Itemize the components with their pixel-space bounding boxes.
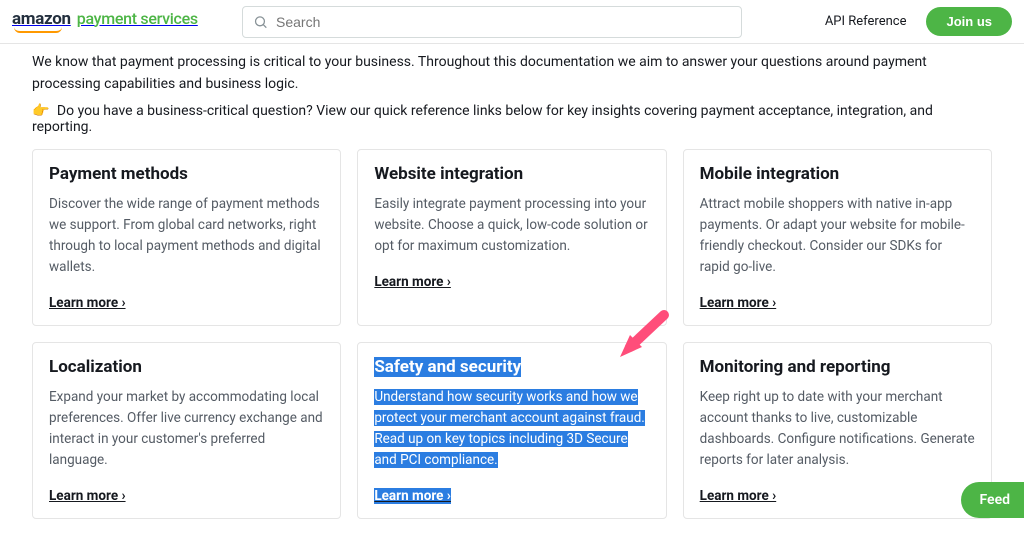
cards-grid: Payment methods Discover the wide range … <box>32 149 992 518</box>
main-content: We know that payment processing is criti… <box>0 44 1024 519</box>
search-icon <box>253 14 268 30</box>
card-mobile-integration[interactable]: Mobile integration Attract mobile shoppe… <box>683 149 992 326</box>
card-title: Mobile integration <box>700 164 975 184</box>
card-title: Localization <box>49 357 324 377</box>
card-website-integration[interactable]: Website integration Easily integrate pay… <box>357 149 666 326</box>
search-box[interactable] <box>242 6 742 38</box>
logo-amazon-text: amazon <box>12 9 71 29</box>
card-payment-methods[interactable]: Payment methods Discover the wide range … <box>32 149 341 326</box>
card-desc: Understand how security works and how we… <box>374 387 649 471</box>
pointing-hand-icon: 👉 <box>32 103 49 119</box>
learn-more-link[interactable]: Learn more › <box>700 295 777 311</box>
callout-body: Do you have a business-critical question… <box>32 103 933 135</box>
card-monitoring-reporting[interactable]: Monitoring and reporting Keep right up t… <box>683 342 992 519</box>
card-desc: Expand your market by accommodating loca… <box>49 387 324 471</box>
callout-text: 👉 Do you have a business-critical questi… <box>32 103 992 135</box>
brand-logo[interactable]: amazon payment services <box>12 9 198 35</box>
api-reference-link[interactable]: API Reference <box>825 14 907 29</box>
feedback-tab[interactable]: Feed <box>961 482 1024 518</box>
logo-service-text: payment services <box>77 9 198 28</box>
learn-more-link[interactable]: Learn more › <box>374 488 451 504</box>
join-us-button[interactable]: Join us <box>926 7 1012 36</box>
intro-text: We know that payment processing is criti… <box>32 52 992 95</box>
card-desc: Discover the wide range of payment metho… <box>49 194 324 278</box>
amazon-smile-icon <box>14 27 62 33</box>
learn-more-link[interactable]: Learn more › <box>49 295 126 311</box>
search-input[interactable] <box>276 14 731 30</box>
card-title: Safety and security <box>374 357 649 377</box>
learn-more-link[interactable]: Learn more › <box>49 488 126 504</box>
card-title: Monitoring and reporting <box>700 357 975 377</box>
card-desc: Keep right up to date with your merchant… <box>700 387 975 471</box>
card-desc: Attract mobile shoppers with native in-a… <box>700 194 975 278</box>
card-desc: Easily integrate payment processing into… <box>374 194 649 257</box>
card-safety-security[interactable]: Safety and security Understand how secur… <box>357 342 666 519</box>
card-title: Payment methods <box>49 164 324 184</box>
learn-more-link[interactable]: Learn more › <box>700 488 777 504</box>
nav-right: API Reference Join us <box>825 7 1012 36</box>
card-title: Website integration <box>374 164 649 184</box>
learn-more-link[interactable]: Learn more › <box>374 274 451 290</box>
card-localization[interactable]: Localization Expand your market by accom… <box>32 342 341 519</box>
top-bar: amazon payment services API Reference Jo… <box>0 0 1024 44</box>
